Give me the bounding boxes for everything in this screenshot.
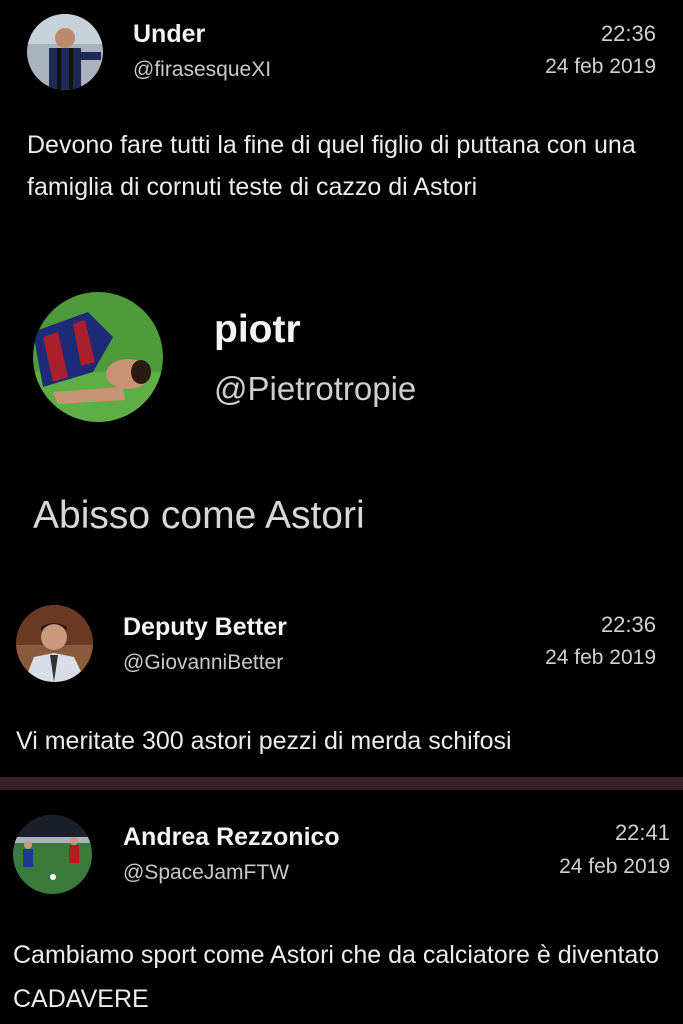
user-handle[interactable]: @GiovanniBetter [123, 651, 283, 675]
tweet-text: Cambiamo sport come Astori che da calcia… [13, 941, 660, 1013]
avatar-image [13, 815, 92, 894]
avatar-image [33, 292, 163, 422]
user-handle[interactable]: @firasesqueXI [133, 58, 271, 82]
user-name[interactable]: Deputy Better [123, 613, 287, 642]
tweet-date: 24 feb 2019 [559, 855, 670, 878]
tweet-piotr[interactable]: piotr @Pietrotropie Abisso come Astori [0, 280, 683, 560]
tweet-time: 22:41 [614, 820, 670, 845]
user-name[interactable]: piotr [214, 308, 301, 352]
tweet-time: 22:36 [600, 612, 656, 637]
avatar[interactable] [13, 815, 92, 894]
tweet-date: 24 feb 2019 [545, 55, 656, 78]
user-name[interactable]: Andrea Rezzonico [123, 823, 340, 852]
avatar[interactable] [16, 605, 93, 682]
avatar-image [16, 605, 93, 682]
avatar-image [27, 14, 103, 90]
user-name[interactable]: Under [133, 20, 205, 49]
tweet-under[interactable]: Under @firasesqueXI 22:36 24 feb 2019 De… [0, 0, 683, 270]
divider [0, 777, 683, 790]
tweet-time: 22:36 [600, 21, 656, 46]
tweet-deputy-better[interactable]: Deputy Better @GiovanniBetter 22:36 24 f… [0, 598, 683, 770]
tweet-text: Abisso come Astori [33, 494, 365, 537]
user-handle[interactable]: @SpaceJamFTW [123, 861, 289, 885]
tweet-date: 24 feb 2019 [545, 646, 656, 669]
tweet-text: Devono fare tutti la fine di quel figlio… [27, 131, 636, 201]
tweet-andrea-rezzonico[interactable]: Andrea Rezzonico @SpaceJamFTW 22:41 24 f… [0, 805, 683, 1024]
user-handle[interactable]: @Pietrotropie [214, 370, 416, 408]
avatar[interactable] [33, 292, 163, 422]
avatar[interactable] [27, 14, 103, 90]
tweet-text: Vi meritate 300 astori pezzi di merda sc… [16, 727, 512, 755]
